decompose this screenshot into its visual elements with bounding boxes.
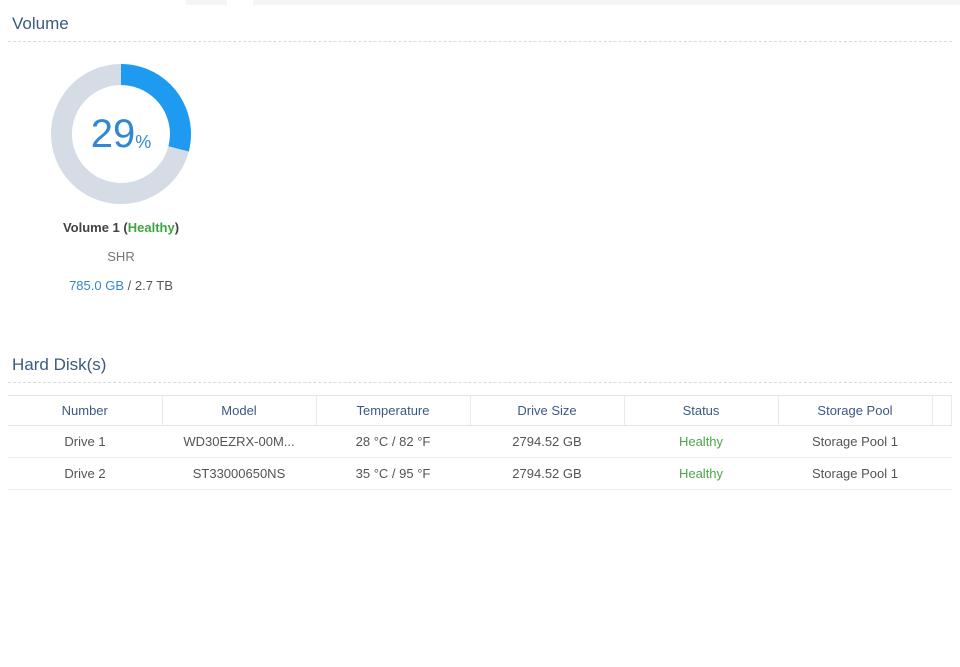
disk-cell-storage-pool: Storage Pool 1 (778, 425, 932, 458)
volume-card: 29 % Volume 1 (Healthy) SHR 785.0 GB / 2… (21, 64, 221, 293)
volume-name-suffix: ) (174, 220, 180, 235)
column-header-model: Model (162, 395, 317, 426)
disk-cell-model: ST33000650NS (162, 457, 316, 490)
disk-cell-status: Healthy (624, 425, 778, 458)
disk-cell-temperature: 28 °C / 82 °F (316, 425, 470, 458)
volume-used-capacity: 785.0 GB (69, 278, 125, 293)
column-header-storage-pool: Storage Pool (778, 395, 933, 426)
column-header-spacer (932, 395, 952, 426)
volume-section-title: Volume (8, 0, 952, 42)
volume-total-capacity: / 2.7 TB (124, 278, 173, 293)
volume-status-badge: Healthy (127, 220, 175, 235)
disk-cell-spacer (932, 457, 952, 490)
column-header-number: Number (8, 395, 163, 426)
percent-sign: % (135, 132, 152, 152)
hard-disk-table: Number Model Temperature Drive Size Status St… (8, 395, 952, 490)
volume-raid-type: SHR (107, 249, 135, 264)
volume-section: Volume 29 % Volume 1 (Healthy) SHR 785.0… (0, 0, 960, 293)
disk-cell-status: Healthy (624, 457, 778, 490)
disk-table-row: Drive 1 WD30EZRX-00M... 28 °C / 82 °F 2794.… (8, 425, 952, 458)
volume-usage-donut-chart: 29 % (51, 64, 191, 204)
hard-disks-section-title: Hard Disk(s) (8, 343, 952, 383)
disk-cell-storage-pool: Storage Pool 1 (778, 457, 932, 490)
column-header-drive-size: Drive Size (470, 395, 625, 426)
usage-percent-number: 29 (90, 112, 136, 156)
window-top-edge-gap (227, 0, 253, 5)
column-header-status: Status (624, 395, 779, 426)
window-top-edge (186, 0, 960, 5)
hard-disks-section: Hard Disk(s) Number Model Temperature Drive… (0, 343, 960, 490)
disk-table-row: Drive 2 ST33000650NS 35 °C / 95 °F 2794.52 … (8, 457, 952, 490)
volume-capacity-line: 785.0 GB / 2.7 TB (21, 278, 221, 293)
disk-cell-drive-size: 2794.52 GB (470, 425, 624, 458)
volume-usage-percent: 29 % (51, 64, 191, 204)
disk-cell-spacer (932, 425, 952, 458)
volume-name-prefix: Volume 1 ( (62, 220, 128, 235)
volume-name-line: Volume 1 (Healthy) (21, 220, 221, 235)
column-header-temperature: Temperature (316, 395, 471, 426)
disk-cell-number: Drive 2 (8, 457, 162, 490)
disk-cell-temperature: 35 °C / 95 °F (316, 457, 470, 490)
disk-cell-number: Drive 1 (8, 425, 162, 458)
disk-cell-model: WD30EZRX-00M... (162, 425, 316, 458)
disk-table-header-row: Number Model Temperature Drive Size Status St… (8, 395, 952, 426)
disk-cell-drive-size: 2794.52 GB (470, 457, 624, 490)
